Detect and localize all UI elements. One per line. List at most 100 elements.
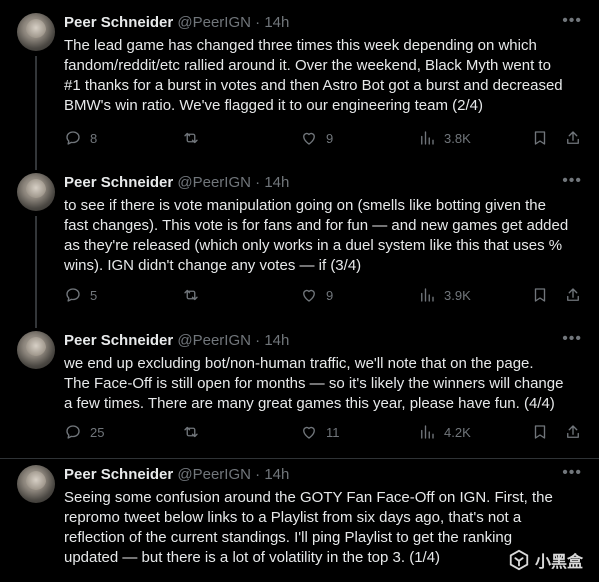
timestamp[interactable]: 14h [264,14,289,31]
tweet-header: Peer Schneider @PeerIGN · 14h [64,173,599,193]
tweet-header: Peer Schneider @PeerIGN · 14h [64,465,599,485]
tweet-text-line: fast changes). This vote is for fans and… [64,217,569,234]
watermark: 小黑盒 [508,548,583,572]
heart-icon [303,426,315,439]
views-chart-icon [421,425,434,439]
views-button[interactable]: 4.2K [418,422,471,442]
author-handle[interactable]: @PeerIGN [177,332,251,349]
like-button[interactable]: 9 [300,128,333,148]
retweet-icon [184,426,198,438]
more-options-icon[interactable]: ••• [562,172,582,190]
author-name[interactable]: Peer Schneider [64,14,173,31]
separator-dot: · [255,14,261,31]
reply-count: 5 [90,287,98,303]
timestamp[interactable]: 14h [264,174,289,191]
thread-line [35,318,37,328]
tweet-text: to see if there is vote manipulation goi… [64,196,589,276]
like-count: 9 [326,287,334,303]
share-button[interactable] [564,128,582,148]
tweet-text-line: fandom/reddit/etc rallied around it. Ove… [64,57,551,74]
retweet-icon [184,289,198,301]
thread-line [35,216,37,318]
author-handle[interactable]: @PeerIGN [177,174,251,191]
tweet-text-line: a few times. There are many great games … [64,395,555,412]
share-button[interactable] [564,285,582,305]
avatar[interactable] [17,173,55,211]
tweet-text-line: wins). IGN didn't change any votes — if … [64,257,362,274]
views-count: 3.8K [444,130,471,146]
author-name[interactable]: Peer Schneider [64,466,173,483]
watermark-text: 小黑盒 [534,554,583,571]
reply-button[interactable]: 5 [64,285,97,305]
tweet-text-line: #1 thanks for a burst in votes and then … [64,77,563,94]
avatar[interactable] [17,13,55,51]
like-count: 9 [326,130,334,146]
tweet-2-of-4[interactable]: Peer Schneider @PeerIGN · 14h ••• The le… [0,0,599,160]
like-count: 11 [326,424,340,440]
share-icon [567,131,579,144]
author-handle[interactable]: @PeerIGN [177,14,251,31]
tweet-text-line: The lead game has changed three times th… [64,37,537,54]
views-count: 3.9K [444,287,471,303]
reply-button[interactable]: 8 [64,128,97,148]
action-bar: 25 11 4.2K [64,422,584,442]
tweet-text-line: The Face-Off is still open for months — … [64,375,564,392]
tweet-text: we end up excluding bot/non-human traffi… [64,354,589,414]
tweet-header: Peer Schneider @PeerIGN · 14h [64,331,599,351]
timestamp[interactable]: 14h [264,332,289,349]
share-icon [567,425,579,438]
tweet-text-line: we end up excluding bot/non-human traffi… [64,355,534,372]
retweet-icon [184,132,198,144]
reply-count: 8 [90,130,98,146]
bookmark-button[interactable] [531,422,549,442]
reply-icon [66,131,80,145]
timestamp[interactable]: 14h [264,466,289,483]
tweet-3-of-4[interactable]: Peer Schneider @PeerIGN · 14h ••• to see… [0,160,599,318]
watermark-logo-icon [509,549,529,571]
views-chart-icon [421,288,434,302]
tweet-text-line: as they're released (which only works in… [64,237,563,254]
share-icon [567,288,579,301]
bookmark-icon [534,425,546,439]
author-name[interactable]: Peer Schneider [64,332,173,349]
tweet-text-line: BMW's win ratio. We've flagged it to our… [64,97,483,114]
more-options-icon[interactable]: ••• [562,464,582,482]
author-name[interactable]: Peer Schneider [64,174,173,191]
views-count: 4.2K [444,424,471,440]
views-button[interactable]: 3.8K [418,128,471,148]
thread-line [35,56,37,160]
separator-dot: · [255,174,261,191]
views-button[interactable]: 3.9K [418,285,471,305]
more-options-icon[interactable]: ••• [562,12,582,30]
retweet-button[interactable] [182,128,208,148]
share-button[interactable] [564,422,582,442]
like-button[interactable]: 11 [300,422,340,442]
tweet-text-line: Seeing some confusion around the GOTY Fa… [64,489,553,506]
separator-dot: · [255,332,261,349]
avatar[interactable] [17,465,55,503]
bookmark-icon [534,131,546,145]
heart-icon [303,289,315,302]
heart-icon [303,132,315,145]
tweet-text: The lead game has changed three times th… [64,36,589,116]
author-handle[interactable]: @PeerIGN [177,466,251,483]
bookmark-button[interactable] [531,128,549,148]
thread-line [35,160,37,170]
reply-count: 25 [90,424,105,440]
like-button[interactable]: 9 [300,285,333,305]
action-bar: 5 9 3.9K [64,285,584,305]
bookmark-button[interactable] [531,285,549,305]
avatar[interactable] [17,331,55,369]
retweet-button[interactable] [182,422,208,442]
tweet-header: Peer Schneider @PeerIGN · 14h [64,13,599,33]
tweet-4-of-4[interactable]: Peer Schneider @PeerIGN · 14h ••• we end… [0,318,599,458]
action-bar: 8 9 3.8K [64,128,584,148]
reply-icon [66,425,80,439]
retweet-button[interactable] [182,285,208,305]
more-options-icon[interactable]: ••• [562,330,582,348]
tweet-text-line: to see if there is vote manipulation goi… [64,197,546,214]
reply-button[interactable]: 25 [64,422,104,442]
separator-dot: · [255,466,261,483]
reply-icon [66,288,80,302]
views-chart-icon [421,131,434,145]
